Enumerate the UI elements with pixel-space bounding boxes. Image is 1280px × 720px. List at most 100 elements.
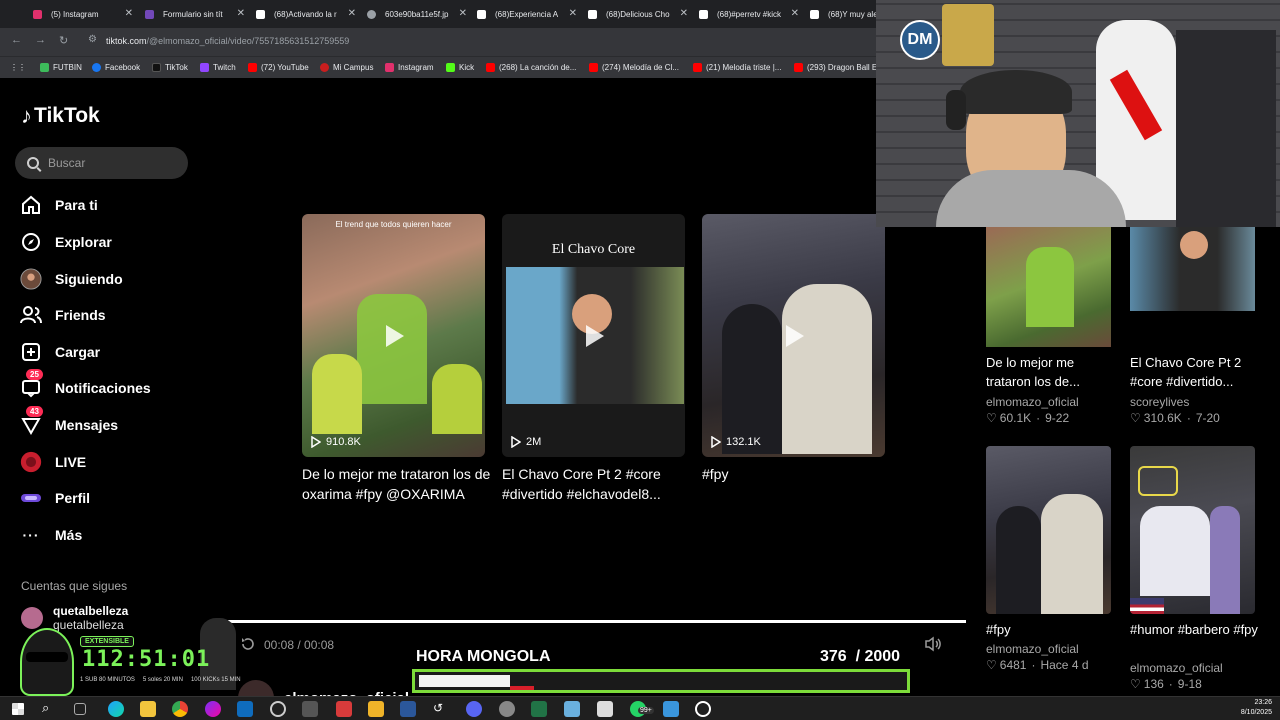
back-icon[interactable]: ←	[11, 34, 22, 46]
word-icon[interactable]	[400, 701, 416, 717]
app-icon[interactable]	[270, 701, 286, 717]
related-video-author[interactable]: elmomazo_oficial	[986, 642, 1079, 656]
chrome-icon[interactable]	[172, 701, 188, 717]
app-icon[interactable]	[302, 701, 318, 717]
related-video-title[interactable]: El Chavo Core Pt 2 #core #divertido...	[1130, 353, 1265, 391]
tiktok-logo[interactable]: ♪ TikTok	[21, 103, 100, 129]
video-caption[interactable]: El Chavo Core Pt 2 #core #divertido #elc…	[502, 464, 692, 504]
sidebar-item-explorar[interactable]: Explorar	[20, 229, 112, 255]
logo-text: TikTok	[34, 104, 100, 127]
bookmark[interactable]: (293) Dragon Ball E	[794, 63, 877, 72]
bookmark[interactable]: FUTBIN	[40, 63, 82, 72]
calculator-icon[interactable]	[597, 701, 613, 717]
close-icon[interactable]: ✕	[125, 8, 133, 19]
replay-icon[interactable]	[240, 636, 256, 652]
related-video-thumbnail[interactable]	[986, 446, 1111, 614]
sidebar-item-label: Siguiendo	[55, 271, 123, 287]
app-icon[interactable]: ↺	[433, 701, 449, 717]
close-icon[interactable]: ✕	[569, 8, 577, 19]
site-info-icon[interactable]: ⚙	[88, 34, 97, 45]
sidebar-item-mas[interactable]: ··· Más	[20, 522, 83, 548]
related-video-thumbnail[interactable]	[1130, 446, 1255, 614]
app-icon[interactable]	[564, 701, 580, 717]
browser-tab[interactable]: (68)Y muy aleg	[810, 4, 878, 24]
sidebar-item-cargar[interactable]: Cargar	[20, 339, 100, 365]
search-input[interactable]	[48, 156, 168, 170]
related-video-author[interactable]: elmomazo_oficial	[986, 395, 1079, 409]
sidebar-item-notificaciones[interactable]: 25 Notificaciones	[20, 369, 151, 401]
edge-icon[interactable]	[108, 701, 124, 717]
bookmark[interactable]: Facebook	[92, 63, 140, 72]
volume-icon[interactable]	[924, 636, 942, 652]
bookmark[interactable]: (274) Melodía de Cl...	[589, 63, 679, 72]
sidebar-item-perfil[interactable]: Perfil	[20, 485, 90, 511]
related-video-author[interactable]: elmomazo_oficial	[1130, 661, 1223, 675]
task-view-icon[interactable]	[74, 703, 86, 715]
video-caption[interactable]: #fpy	[702, 464, 892, 484]
bookmark[interactable]: (72) YouTube	[248, 63, 309, 72]
clock-time: 23:26	[1254, 699, 1272, 706]
system-clock[interactable]: 23:26 8/10/2025	[1241, 698, 1272, 718]
browser-tab[interactable]: (68)Delicious Cho ✕	[588, 4, 688, 24]
bookmark[interactable]: Instagram	[385, 63, 434, 72]
browser-tab[interactable]: (68)#perretv #kick ✕	[699, 4, 799, 24]
browser-tab[interactable]: 603e90ba11e5f.jp ✕	[367, 4, 467, 24]
bookmark[interactable]: (21) Melodía triste |...	[693, 63, 781, 72]
browser-tab[interactable]: (5) Instagram ✕	[33, 4, 133, 24]
app-icon[interactable]	[205, 701, 221, 717]
bookmark[interactable]: Twitch	[200, 63, 236, 72]
search-bar[interactable]	[15, 147, 188, 179]
bookmark[interactable]: Kick	[446, 63, 474, 72]
bookmark[interactable]: Mi Campus	[320, 63, 373, 72]
following-avatar-icon	[20, 268, 42, 290]
search-icon[interactable]: ⌕	[42, 700, 58, 716]
youtube-icon	[248, 63, 257, 72]
start-icon[interactable]	[12, 703, 24, 715]
close-icon[interactable]: ✕	[237, 8, 245, 19]
url-field[interactable]: tiktok.com/@elmomazo_oficial/video/75571…	[106, 36, 349, 46]
bookmark-label: (274) Melodía de Cl...	[602, 63, 679, 72]
related-video-title[interactable]: De lo mejor me trataron los de...	[986, 353, 1121, 391]
browser-tab[interactable]: Formulario sin tít ✕	[145, 4, 245, 24]
obs-icon[interactable]	[695, 701, 711, 717]
related-video-thumbnail[interactable]	[1130, 227, 1255, 311]
app-icon[interactable]	[336, 701, 352, 717]
sidebar-item-label: Notificaciones	[55, 380, 151, 396]
video-progress-bar[interactable]	[228, 620, 966, 623]
close-icon[interactable]: ✕	[348, 8, 356, 19]
related-video-title[interactable]: #fpy	[986, 620, 1121, 639]
sidebar-item-mensajes[interactable]: 43 Mensajes	[20, 406, 118, 438]
browser-tab[interactable]: (68)Activando la r ✕	[256, 4, 356, 24]
browser-tab[interactable]: (68)Experiencia A ✕	[477, 4, 577, 24]
excel-icon[interactable]	[531, 701, 547, 717]
related-video-thumbnail[interactable]	[986, 227, 1111, 347]
reload-icon[interactable]: ↻	[59, 34, 68, 47]
close-icon[interactable]: ✕	[680, 8, 688, 19]
discord-icon[interactable]	[466, 701, 482, 717]
profile-icon	[20, 487, 42, 509]
close-icon[interactable]: ✕	[791, 8, 799, 19]
video-card[interactable]: El trend que todos quieren hacer 910.8K	[302, 214, 485, 457]
app-icon[interactable]	[499, 701, 515, 717]
forward-icon[interactable]: →	[35, 34, 46, 46]
video-caption[interactable]: De lo mejor me trataron los de oxarima #…	[302, 464, 492, 504]
sidebar-item-siguiendo[interactable]: Siguiendo	[20, 266, 123, 292]
view-count-value: 910.8K	[326, 436, 361, 448]
close-icon[interactable]: ✕	[459, 8, 467, 19]
bookmark[interactable]: (268) La canción de...	[486, 63, 576, 72]
app-icon[interactable]	[663, 701, 679, 717]
video-card[interactable]: 132.1K	[702, 214, 885, 457]
related-video-title[interactable]: #humor #barbero #fpy	[1130, 620, 1265, 639]
video-card[interactable]: El Chavo Core 2M	[502, 214, 685, 457]
apps-icon[interactable]: ⋮⋮	[10, 63, 26, 72]
sidebar-item-friends[interactable]: Friends	[20, 302, 106, 328]
sidebar-item-live[interactable]: LIVE	[20, 449, 86, 475]
heart-icon: ♡	[1130, 411, 1141, 425]
bookmark[interactable]: TikTok	[152, 63, 188, 72]
outlook-icon[interactable]	[237, 701, 253, 717]
store-icon[interactable]	[140, 701, 156, 717]
sidebar-item-para-ti[interactable]: Para ti	[20, 192, 98, 218]
poster	[942, 4, 994, 66]
file-explorer-icon[interactable]	[368, 701, 384, 717]
related-video-author[interactable]: scoreylives	[1130, 395, 1189, 409]
